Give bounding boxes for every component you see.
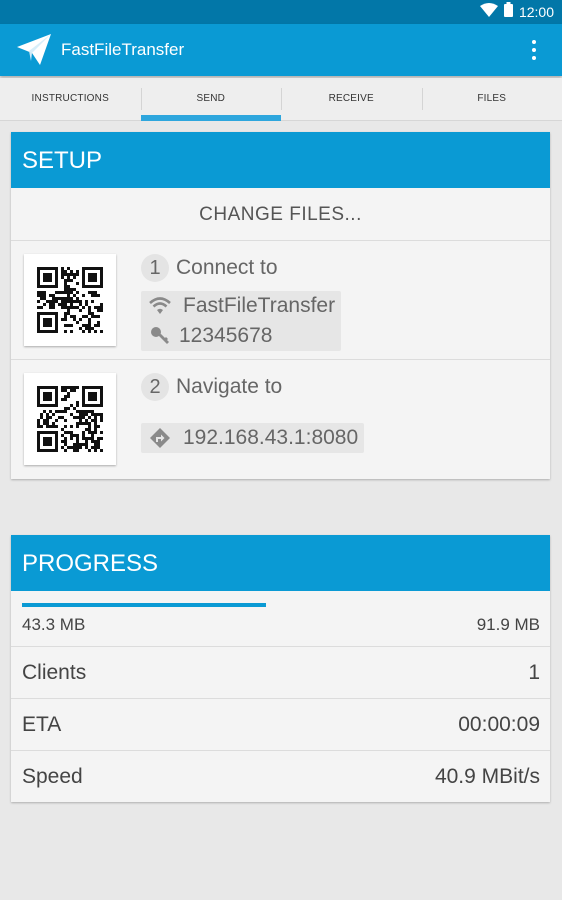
tab-files[interactable]: FILES <box>421 78 562 120</box>
connect-step: 1 Connect to FastFileTransfer 12345678 <box>11 241 550 360</box>
progress-header: PROGRESS <box>11 535 550 591</box>
tab-bar: INSTRUCTIONS SEND RECEIVE FILES <box>0 78 562 121</box>
change-files-button[interactable]: CHANGE FILES... <box>11 188 550 241</box>
stat-label: ETA <box>22 712 62 736</box>
wifi-qr-code <box>24 254 116 346</box>
wifi-password: 12345678 <box>179 324 273 347</box>
setup-header: SETUP <box>11 132 550 188</box>
wifi-icon <box>145 291 175 321</box>
wifi-credentials: FastFileTransfer 12345678 <box>141 291 342 351</box>
status-bar: 12:00 <box>0 0 562 24</box>
transferred-size: 43.3 MB <box>22 615 86 634</box>
app-title: FastFileTransfer <box>61 40 185 59</box>
app-bar: FastFileTransfer <box>0 24 562 76</box>
battery-icon <box>503 2 513 22</box>
more-vert-icon[interactable] <box>530 38 538 62</box>
stat-row-speed: Speed 40.9 MBit/s <box>11 751 550 802</box>
server-address: 192.168.43.1:8080 <box>141 423 365 453</box>
tab-receive[interactable]: RECEIVE <box>281 78 422 120</box>
stat-value: 00:00:09 <box>458 712 540 736</box>
paper-plane-icon <box>16 32 52 73</box>
status-time: 12:00 <box>518 4 554 20</box>
progress-bar-fill <box>22 603 266 607</box>
total-size: 91.9 MB <box>476 615 540 634</box>
wifi-ssid: FastFileTransfer <box>183 294 336 317</box>
tab-instructions[interactable]: INSTRUCTIONS <box>0 78 141 120</box>
tab-send[interactable]: SEND <box>140 78 282 121</box>
directions-icon <box>145 423 175 453</box>
stat-value: 40.9 MBit/s <box>434 764 540 788</box>
navigate-step: 2 Navigate to 192.168.43.1:8080 <box>11 360 550 478</box>
progress-bar <box>22 603 539 607</box>
server-url: 192.168.43.1:8080 <box>183 426 359 449</box>
setup-card: SETUP CHANGE FILES... 1 Connect to FastF… <box>11 132 550 479</box>
step-number: 1 <box>141 254 169 282</box>
step-number: 2 <box>141 373 169 401</box>
stat-row-clients: Clients 1 <box>11 647 550 699</box>
key-icon <box>145 321 175 351</box>
stat-value: 1 <box>528 660 540 684</box>
wifi-status-icon <box>479 2 498 22</box>
step-title: Connect to <box>176 256 278 279</box>
stat-row-eta: ETA 00:00:09 <box>11 699 550 751</box>
step-title: Navigate to <box>176 375 283 398</box>
transfer-progress: 43.3 MB 91.9 MB <box>11 591 550 647</box>
stat-label: Speed <box>22 764 83 788</box>
stat-label: Clients <box>22 660 87 684</box>
url-qr-code <box>24 373 116 465</box>
progress-card: PROGRESS 43.3 MB 91.9 MB Clients 1 ETA 0… <box>11 535 550 802</box>
